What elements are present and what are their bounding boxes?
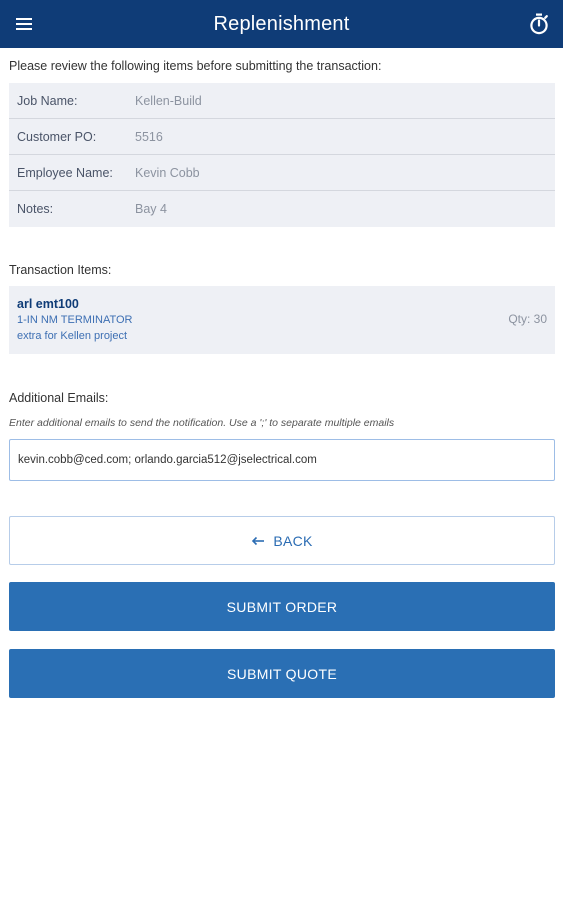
additional-emails-label: Additional Emails: <box>9 391 109 405</box>
transaction-item[interactable]: arl emt100 1-IN NM TERMINATOR extra for … <box>9 286 555 354</box>
review-value: Kellen-Build <box>135 93 202 108</box>
review-row-customer-po: Customer PO: 5516 <box>9 119 555 155</box>
additional-emails-hint: Enter additional emails to send the noti… <box>9 417 395 429</box>
additional-emails-input[interactable] <box>9 439 555 481</box>
item-quantity: Qty: 30 <box>508 312 547 326</box>
submit-quote-button[interactable]: SUBMIT QUOTE <box>9 649 555 698</box>
review-value: Bay 4 <box>135 202 167 216</box>
review-label: Job Name: <box>17 93 78 108</box>
transaction-items-label: Transaction Items: <box>9 263 112 277</box>
review-label: Employee Name: <box>17 165 113 180</box>
arrow-left-icon <box>252 536 265 545</box>
menu-button[interactable] <box>12 12 36 36</box>
stopwatch-icon <box>530 13 548 35</box>
app-bar: Replenishment <box>0 0 563 48</box>
review-value: 5516 <box>135 129 163 144</box>
review-intro-text: Please review the following items before… <box>9 59 382 73</box>
back-button-label: BACK <box>273 532 313 549</box>
timer-button[interactable] <box>527 12 551 36</box>
review-row-job-name: Job Name: Kellen-Build <box>9 83 555 119</box>
back-button[interactable]: BACK <box>9 516 555 565</box>
review-row-notes: Notes: Bay 4 <box>9 191 555 227</box>
hamburger-menu-icon <box>16 18 32 30</box>
item-sku: arl emt100 <box>17 297 79 311</box>
item-note: extra for Kellen project <box>17 330 128 342</box>
submit-quote-label: SUBMIT QUOTE <box>227 665 337 682</box>
page-title: Replenishment <box>213 12 350 35</box>
review-value: Kevin Cobb <box>135 165 200 180</box>
review-row-employee-name: Employee Name: Kevin Cobb <box>9 155 555 191</box>
review-summary-card: Job Name: Kellen-Build Customer PO: 5516… <box>9 83 555 227</box>
item-description: 1-IN NM TERMINATOR <box>17 314 133 326</box>
review-label: Notes: <box>17 202 54 216</box>
submit-order-label: SUBMIT ORDER <box>226 598 338 615</box>
submit-order-button[interactable]: SUBMIT ORDER <box>9 582 555 631</box>
review-label: Customer PO: <box>17 129 97 144</box>
